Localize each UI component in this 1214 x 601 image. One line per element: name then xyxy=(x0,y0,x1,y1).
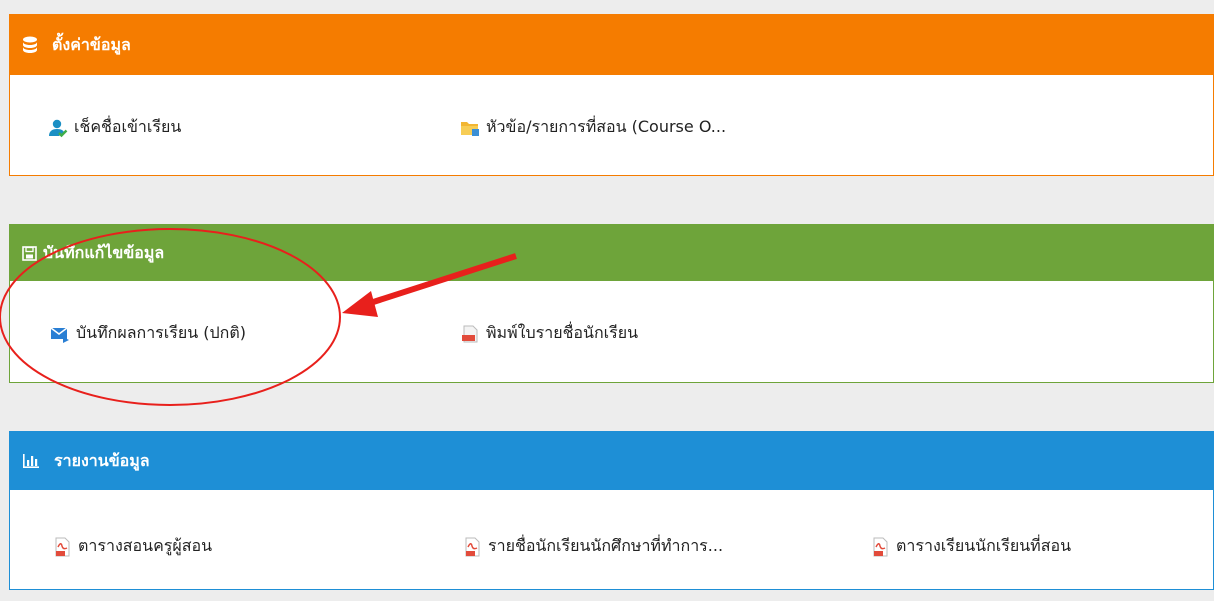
envelope-icon xyxy=(50,324,70,344)
user-check-icon xyxy=(48,118,68,138)
menu-item-label: เช็คชื่อเข้าเรียน xyxy=(74,117,182,136)
page: ตั้งค่าข้อมูล เช็คชื่อเข้าเรียน หัวข้อ/ร… xyxy=(0,0,1214,601)
record-panel-body: บันทึกผลการเรียน (ปกติ) พิมพ์ใบรายชื่อนั… xyxy=(10,281,1213,381)
settings-panel-header: ตั้งค่าข้อมูล xyxy=(10,15,1213,75)
menu-item-record-grades[interactable]: บันทึกผลการเรียน (ปกติ) xyxy=(50,321,246,346)
menu-item-teacher-timetable[interactable]: ตารางสอนครูผู้สอน xyxy=(52,534,212,559)
menu-item-print-student-list[interactable]: พิมพ์ใบรายชื่อนักเรียน xyxy=(460,321,638,346)
menu-item-label: หัวข้อ/รายการที่สอน (Course O... xyxy=(486,117,727,136)
database-icon xyxy=(22,36,38,54)
settings-title: ตั้งค่าข้อมูล xyxy=(52,34,131,54)
record-panel: บันทึกแก้ไขข้อมูล บันทึกผลการเรียน (ปกติ… xyxy=(9,224,1214,383)
menu-item-student-timetable[interactable]: ตารางเรียนนักเรียนที่สอน xyxy=(870,534,1071,559)
record-panel-header: บันทึกแก้ไขข้อมูล xyxy=(10,225,1213,281)
pdf-icon xyxy=(870,537,890,557)
settings-panel-body: เช็คชื่อเข้าเรียน หัวข้อ/รายการที่สอน (C… xyxy=(10,75,1213,175)
menu-item-label: พิมพ์ใบรายชื่อนักเรียน xyxy=(486,323,639,342)
menu-item-label: บันทึกผลการเรียน (ปกติ) xyxy=(76,323,246,342)
menu-item-check-attendance[interactable]: เช็คชื่อเข้าเรียน xyxy=(48,115,181,140)
record-title: บันทึกแก้ไขข้อมูล xyxy=(43,242,165,262)
folder-icon xyxy=(460,118,480,138)
settings-panel: ตั้งค่าข้อมูล เช็คชื่อเข้าเรียน หัวข้อ/ร… xyxy=(9,14,1214,176)
report-panel-header: รายงานข้อมูล xyxy=(10,432,1213,490)
save-icon xyxy=(22,245,37,261)
pdf-icon xyxy=(52,537,72,557)
pdf-icon xyxy=(460,324,480,344)
menu-item-label: รายชื่อนักเรียนนักศึกษาที่ทำการ... xyxy=(488,536,724,555)
report-title: รายงานข้อมูล xyxy=(54,450,150,470)
bar-chart-icon xyxy=(22,453,40,469)
report-panel: รายงานข้อมูล ตารางสอนครูผู้สอน รายชื่อนั… xyxy=(9,431,1214,590)
menu-item-student-list-report[interactable]: รายชื่อนักเรียนนักศึกษาที่ทำการ... xyxy=(462,534,723,559)
report-panel-body: ตารางสอนครูผู้สอน รายชื่อนักเรียนนักศึกษ… xyxy=(10,490,1213,589)
menu-item-label: ตารางสอนครูผู้สอน xyxy=(78,536,213,555)
pdf-icon xyxy=(462,537,482,557)
menu-item-course-outline[interactable]: หัวข้อ/รายการที่สอน (Course O... xyxy=(460,115,726,140)
menu-item-label: ตารางเรียนนักเรียนที่สอน xyxy=(896,536,1071,555)
